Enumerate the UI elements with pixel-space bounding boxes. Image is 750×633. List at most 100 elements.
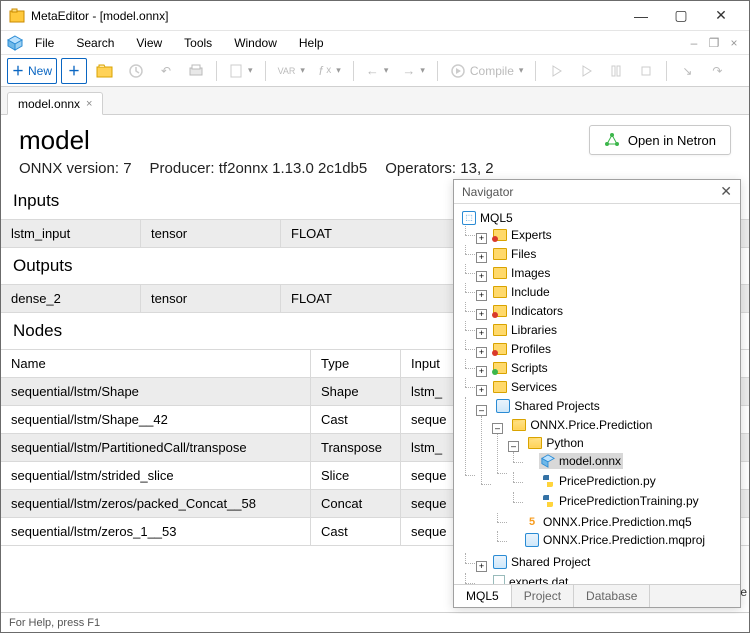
- node-name: sequential/lstm/zeros_1__53: [1, 518, 311, 545]
- python-icon: [541, 494, 555, 508]
- folder-icon: [493, 381, 507, 393]
- file-icon: [493, 575, 505, 585]
- content-area: model ONNX version: 7 Producer: tf2onnx …: [1, 115, 749, 614]
- fx-button: fx▾: [314, 58, 346, 84]
- minimize-button[interactable]: —: [621, 2, 661, 30]
- clipboard-icon: [229, 63, 243, 79]
- tree-onnx-project[interactable]: ONNX.Price.Prediction: [510, 417, 654, 433]
- mdi-restore-icon[interactable]: ❐: [705, 34, 723, 52]
- navigator-title: Navigator: [462, 185, 513, 199]
- tree-shared-project[interactable]: Shared Project: [491, 554, 592, 570]
- play-bug-icon: [549, 64, 563, 78]
- nav-tab-mql5[interactable]: MQL5: [454, 585, 512, 607]
- mdi-minimize-icon[interactable]: –: [685, 34, 703, 52]
- input-kind: tensor: [141, 220, 281, 247]
- expand-icon[interactable]: +: [476, 347, 487, 358]
- col-type: Type: [311, 350, 401, 377]
- folder-icon: [493, 248, 507, 260]
- tree-folder-libraries[interactable]: Libraries: [491, 322, 559, 338]
- expand-icon[interactable]: –: [476, 405, 487, 416]
- menu-help[interactable]: Help: [289, 33, 334, 53]
- tree-file-mq5[interactable]: 5ONNX.Price.Prediction.mq5: [523, 514, 694, 530]
- expand-icon[interactable]: +: [476, 271, 487, 282]
- tree-shared-projects[interactable]: Shared Projects: [494, 398, 601, 414]
- navigator-tabs: MQL5 Project Database: [454, 584, 740, 607]
- forward-button: →▾: [397, 58, 430, 84]
- expand-icon[interactable]: –: [492, 423, 503, 434]
- title-bar: MetaEditor - [model.onnx] — ▢ ✕: [1, 1, 749, 31]
- menu-search[interactable]: Search: [66, 33, 124, 53]
- tree-folder-files[interactable]: Files: [491, 246, 538, 262]
- expand-icon[interactable]: +: [476, 252, 487, 263]
- node-name: sequential/lstm/Shape: [1, 378, 311, 405]
- open-button[interactable]: [91, 58, 119, 84]
- compile-icon: [450, 63, 466, 79]
- print-button: [183, 58, 209, 84]
- menu-window[interactable]: Window: [224, 33, 287, 53]
- expand-icon[interactable]: +: [476, 233, 487, 244]
- maximize-button[interactable]: ▢: [661, 2, 701, 30]
- expand-icon[interactable]: +: [476, 290, 487, 301]
- tab-model-onnx[interactable]: model.onnx ×: [7, 92, 103, 115]
- model-meta: ONNX version: 7 Producer: tf2onnx 1.13.0…: [19, 160, 494, 177]
- expand-icon[interactable]: +: [476, 561, 487, 572]
- project-file-icon: [525, 533, 539, 547]
- tree-folder-include[interactable]: Include: [491, 284, 552, 300]
- menu-view[interactable]: View: [126, 33, 172, 53]
- tree-experts-dat[interactable]: experts.dat: [491, 574, 570, 585]
- expand-icon[interactable]: +: [476, 366, 487, 377]
- tree-file-mqproj[interactable]: ONNX.Price.Prediction.mqproj: [523, 532, 707, 548]
- node-name: sequential/lstm/strided_slice: [1, 462, 311, 489]
- tree-file-training-py[interactable]: PricePredictionTraining.py: [539, 493, 701, 509]
- tree-file-model-onnx[interactable]: model.onnx: [539, 453, 623, 469]
- back-button: ←▾: [361, 58, 394, 84]
- mq5-icon: 5: [525, 515, 539, 529]
- stop-icon: [639, 64, 653, 78]
- node-type: Slice: [311, 462, 401, 489]
- play-icon: [579, 64, 593, 78]
- status-bar: For Help, press F1: [1, 612, 749, 632]
- folder-icon: [493, 286, 507, 298]
- python-icon: [541, 474, 555, 488]
- debug-pause-button: [603, 58, 629, 84]
- expand-icon[interactable]: +: [476, 385, 487, 396]
- open-in-netron-button[interactable]: Open in Netron: [589, 125, 731, 155]
- status-text: For Help, press F1: [9, 617, 100, 629]
- new-file-button[interactable]: ＋: [61, 58, 87, 84]
- compile-label: Compile: [470, 64, 514, 78]
- tree-file-prediction-py[interactable]: PricePrediction.py: [539, 473, 658, 489]
- tree-folder-experts[interactable]: Experts: [491, 227, 554, 243]
- navigator-close-icon[interactable]: ✕: [720, 183, 732, 200]
- expand-icon[interactable]: +: [476, 309, 487, 320]
- nav-tab-database[interactable]: Database: [574, 585, 650, 607]
- node-name: sequential/lstm/Shape__42: [1, 406, 311, 433]
- menu-file[interactable]: File: [25, 33, 64, 53]
- mdi-close-icon[interactable]: ×: [725, 34, 743, 52]
- tab-close-icon[interactable]: ×: [86, 98, 92, 110]
- expand-icon[interactable]: +: [476, 328, 487, 339]
- tree-folder-images[interactable]: Images: [491, 265, 552, 281]
- tree-root-mql5[interactable]: ⬚ MQL5: [460, 210, 515, 226]
- new-button[interactable]: ＋New: [7, 58, 57, 84]
- folder-icon: [493, 267, 507, 279]
- debug-stop-button: [633, 58, 659, 84]
- expand-icon[interactable]: –: [508, 441, 519, 452]
- tree-folder-services[interactable]: Services: [491, 379, 559, 395]
- debug-play-button: [543, 58, 569, 84]
- node-name: sequential/lstm/PartitionedCall/transpos…: [1, 434, 311, 461]
- tree-folder-scripts[interactable]: Scripts: [491, 360, 550, 376]
- printer-icon: [188, 64, 204, 78]
- tree-folder-profiles[interactable]: Profiles: [491, 341, 553, 357]
- input-name: lstm_input: [1, 220, 141, 247]
- navigator-tree[interactable]: ⬚ MQL5 + Experts + Files + Images + Include + Ind…: [454, 204, 740, 584]
- app-icon: [9, 8, 25, 24]
- menu-tools[interactable]: Tools: [174, 33, 222, 53]
- nav-tab-project[interactable]: Project: [512, 585, 574, 607]
- folder-open-icon: [96, 63, 114, 79]
- tree-python-folder[interactable]: Python: [526, 435, 585, 451]
- close-button[interactable]: ✕: [701, 2, 741, 30]
- folder-icon: [493, 324, 507, 336]
- document-tab-bar: model.onnx ×: [1, 87, 749, 115]
- tree-folder-indicators[interactable]: Indicators: [491, 303, 565, 319]
- undo-button: ↶: [153, 58, 179, 84]
